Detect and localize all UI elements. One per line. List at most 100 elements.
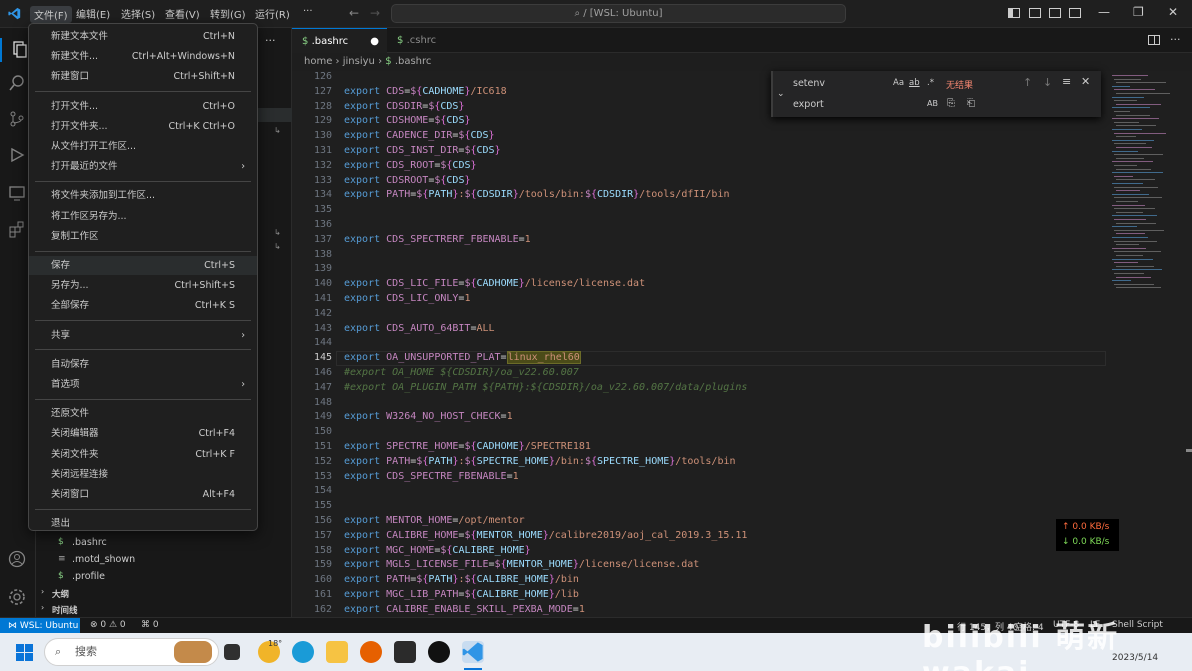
find-input[interactable]: setenv [789,75,929,92]
file-explorer-icon[interactable] [326,641,348,663]
remote-explorer-icon[interactable] [8,184,28,204]
code-line[interactable]: export SPECTRE_HOME=${CADHOME}/SPECTRE18… [344,441,591,452]
edge-browser-icon[interactable] [292,641,314,663]
file-menu-item[interactable]: 复制工作区 [29,227,257,246]
preserve-case-icon[interactable]: AB [927,99,938,108]
file-menu-item[interactable]: 关闭编辑器 Ctrl+F4 [29,424,257,443]
file-menu-item[interactable]: 关闭窗口 Alt+F4 [29,485,257,504]
section-timeline[interactable]: 时间线 [52,604,78,616]
menu-more[interactable]: ··· [303,6,313,17]
toggle-primary-sidebar-icon[interactable] [1008,8,1020,18]
file-menu-item[interactable]: 自动保存 [29,355,257,374]
terminal-icon[interactable] [394,641,416,663]
file-menu-item[interactable]: 新建窗口 Ctrl+Shift+N [29,67,257,86]
code-line[interactable]: export CDSHOME=${CDS} [344,115,471,126]
minimize-icon[interactable]: — [1098,5,1110,19]
tab-cshrc[interactable]: $ .cshrc [387,28,477,53]
menu-edit[interactable]: 编辑(E) [76,6,110,21]
chevron-down-icon[interactable]: ⌄ [777,89,785,99]
code-line[interactable]: export CDSDIR=${CDS} [344,101,464,112]
code-line[interactable]: export CDS_LIC_FILE=${CADHOME}/license/l… [344,278,645,289]
customize-layout-icon[interactable] [1069,8,1081,18]
forward-arrow-icon[interactable]: → [370,6,380,20]
code-line[interactable]: export W3264_NO_HOST_CHECK=1 [344,411,513,422]
code-line[interactable]: export CDS_LIC_ONLY=1 [344,293,470,304]
run-debug-icon[interactable] [8,146,28,166]
more-actions-icon[interactable]: ··· [1170,33,1181,46]
source-control-icon[interactable] [8,110,28,130]
code-line[interactable]: export CDSROOT=${CDS} [344,175,471,186]
manage-gear-icon[interactable] [8,588,28,608]
replace-icon[interactable]: ⎘ [947,98,955,109]
modified-dot-icon[interactable]: ● [370,29,379,54]
search-highlight-icon[interactable] [174,641,212,663]
vscode-taskbar-icon[interactable] [462,641,484,663]
file-menu-item[interactable]: 新建文件... Ctrl+Alt+Windows+N [29,47,257,66]
section-outline[interactable]: 大纲 [52,588,69,600]
app-icon[interactable] [428,641,450,663]
code-line[interactable]: export CADENCE_DIR=${CDS} [344,130,495,141]
file-profile[interactable]: .profile [72,571,105,582]
code-line[interactable]: export PATH=${PATH}:${CDSDIR}/tools/bin:… [344,189,729,200]
code-line[interactable]: export PATH=${PATH}:${CALIBRE_HOME}/bin [344,574,579,585]
breadcrumb-home[interactable]: home [304,56,332,67]
code-line[interactable]: export CDS_INST_DIR=${CDS} [344,145,501,156]
toggle-secondary-sidebar-icon[interactable] [1049,8,1061,18]
account-icon[interactable] [8,550,28,570]
code-line[interactable]: export CALIBRE_HOME=${MENTOR_HOME}/calib… [344,530,747,541]
split-editor-icon[interactable] [1148,35,1160,45]
file-menu-item[interactable]: 将工作区另存为... [29,207,257,226]
file-menu-item[interactable]: 关闭文件夹 Ctrl+K F [29,445,257,464]
menu-view[interactable]: 查看(V) [165,6,200,21]
replace-all-icon[interactable]: ⎗ [967,98,975,109]
next-match-icon[interactable]: ↓ [1043,76,1052,89]
replace-input[interactable]: export [789,96,929,113]
match-whole-word-icon[interactable]: ab [909,78,920,88]
close-find-icon[interactable]: ✕ [1081,75,1090,88]
restore-icon[interactable]: ❐ [1133,5,1144,19]
code-line[interactable]: #export OA_HOME ${CDSDIR}/oa_v22.60.007 [344,367,579,378]
file-menu-item[interactable]: 保存 Ctrl+S [29,256,257,275]
code-line[interactable]: export OA_UNSUPPORTED_PLAT=linux_rhel60 [344,351,581,365]
breadcrumb-file[interactable]: .bashrc [395,56,432,67]
code-line[interactable]: export MGC_LIB_PATH=${CALIBRE_HOME}/lib [344,589,579,600]
close-icon[interactable]: ✕ [1168,5,1178,19]
task-view-icon[interactable] [224,644,240,660]
code-line[interactable]: export CALIBRE_ENABLE_SKILL_PEXBA_MODE=1 [344,604,585,615]
code-line[interactable]: export PATH=${PATH}:${SPECTRE_HOME}/bin:… [344,456,736,467]
code-line[interactable]: export CDS=${CADHOME}/IC618 [344,86,507,97]
file-menu-item[interactable]: 全部保存 Ctrl+K S [29,296,257,315]
code-line[interactable]: export MGC_HOME=${CALIBRE_HOME} [344,545,531,556]
code-line[interactable]: export CDS_AUTO_64BIT=ALL [344,323,495,334]
find-in-selection-icon[interactable]: ≡ [1062,75,1071,88]
code-line[interactable]: export MENTOR_HOME=/opt/mentor [344,515,525,526]
windows-start-icon[interactable] [16,644,34,662]
file-menu-item[interactable]: 首选项 › [29,375,257,394]
code-line[interactable]: export MGLS_LICENSE_FILE=${MENTOR_HOME}/… [344,559,699,570]
chevron-right-icon[interactable]: › [41,603,44,612]
file-motd-shown[interactable]: .motd_shown [72,554,135,565]
file-menu-item[interactable]: 退出 [29,514,257,533]
more-actions-icon[interactable]: ··· [265,34,276,47]
ports-indicator[interactable]: ⌘ 0 [141,620,159,630]
file-menu-item[interactable]: 还原文件 [29,404,257,423]
file-menu-item[interactable]: 打开文件夹... Ctrl+K Ctrl+O [29,117,257,136]
regex-icon[interactable]: .* [927,78,934,88]
file-menu-item[interactable]: 将文件夹添加到工作区... [29,186,257,205]
back-arrow-icon[interactable]: ← [349,6,359,20]
chevron-right-icon[interactable]: › [41,587,44,596]
command-center[interactable]: ⌕ / [WSL: Ubuntu] [391,4,846,23]
code-editor[interactable]: 126 127 export CDS=${CADHOME}/IC618 128 expo… [292,71,1108,617]
tab-bashrc[interactable]: $ .bashrc ● [292,28,387,53]
file-menu-item[interactable]: 新建文本文件 Ctrl+N [29,27,257,46]
menu-selection[interactable]: 选择(S) [121,6,155,21]
menu-go[interactable]: 转到(G) [210,6,246,21]
menu-file[interactable]: 文件(F) [30,6,72,23]
file-menu-item[interactable]: 从文件打开工作区... [29,137,257,156]
code-line[interactable]: export CDS_ROOT=${CDS} [344,160,477,171]
code-line[interactable]: export CDS_SPECTRERF_FBENABLE=1 [344,234,531,245]
menu-run[interactable]: 运行(R) [255,6,290,21]
file-menu-item[interactable]: 关闭远程连接 [29,465,257,484]
file-menu-item[interactable]: 打开文件... Ctrl+O [29,97,257,116]
code-line[interactable]: export CDS_SPECTRE_FBENABLE=1 [344,471,519,482]
